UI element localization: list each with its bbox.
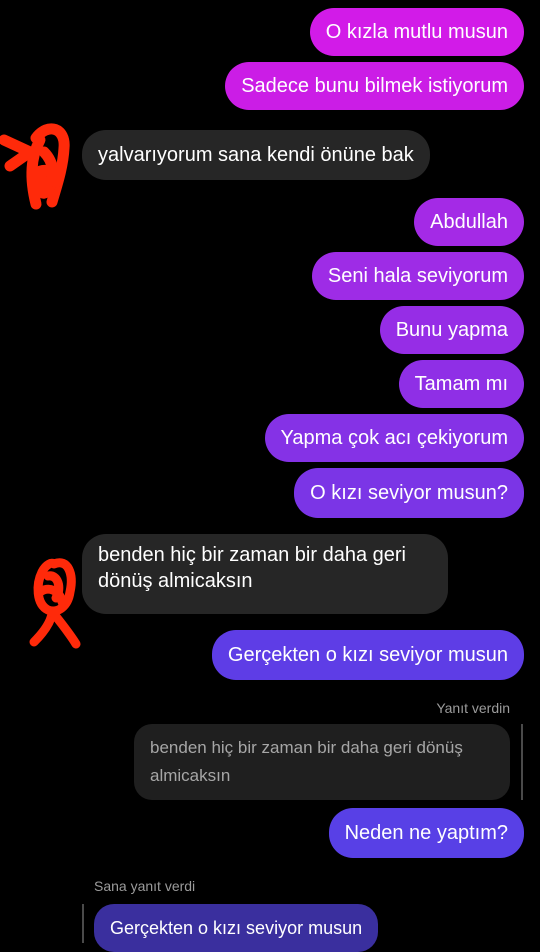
censored-avatar-scribble-middle (29, 558, 81, 649)
reply-indicator-bar (82, 904, 84, 943)
censored-avatar-scribble-top (0, 123, 70, 210)
message-bubble-outgoing[interactable]: O kızla mutlu musun (309, 8, 524, 56)
message-bubble-outgoing[interactable]: O kızı seviyor musun? (294, 468, 524, 518)
message-bubble-outgoing[interactable]: Abdullah (414, 198, 524, 246)
message-bubble-outgoing[interactable]: Yapma çok acı çekiyorum (264, 414, 524, 462)
message-bubble-outgoing[interactable]: Seni hala seviyorum (311, 252, 524, 300)
message-bubble-incoming[interactable]: benden hiç bir zaman bir daha geri dönüş… (82, 534, 448, 614)
message-bubble-outgoing[interactable]: Neden ne yaptım? (328, 808, 524, 858)
reply-label: Sana yanıt verdi (94, 878, 196, 894)
message-bubble-outgoing[interactable]: Sadece bunu bilmek istiyorum (225, 62, 524, 110)
quoted-message[interactable]: Gerçekten o kızı seviyor musun (94, 904, 379, 952)
quoted-message[interactable]: benden hiç bir zaman bir daha geri dönüş… (134, 724, 510, 800)
reply-indicator-bar (521, 724, 523, 800)
message-bubble-incoming[interactable]: yalvarıyorum sana kendi önüne bak (82, 130, 430, 180)
reply-label: Yanıt verdin (436, 700, 510, 716)
message-bubble-outgoing[interactable]: Bunu yapma (379, 306, 524, 354)
message-bubble-outgoing[interactable]: Gerçekten o kızı seviyor musun (211, 630, 524, 680)
message-bubble-outgoing[interactable]: Tamam mı (398, 360, 524, 408)
